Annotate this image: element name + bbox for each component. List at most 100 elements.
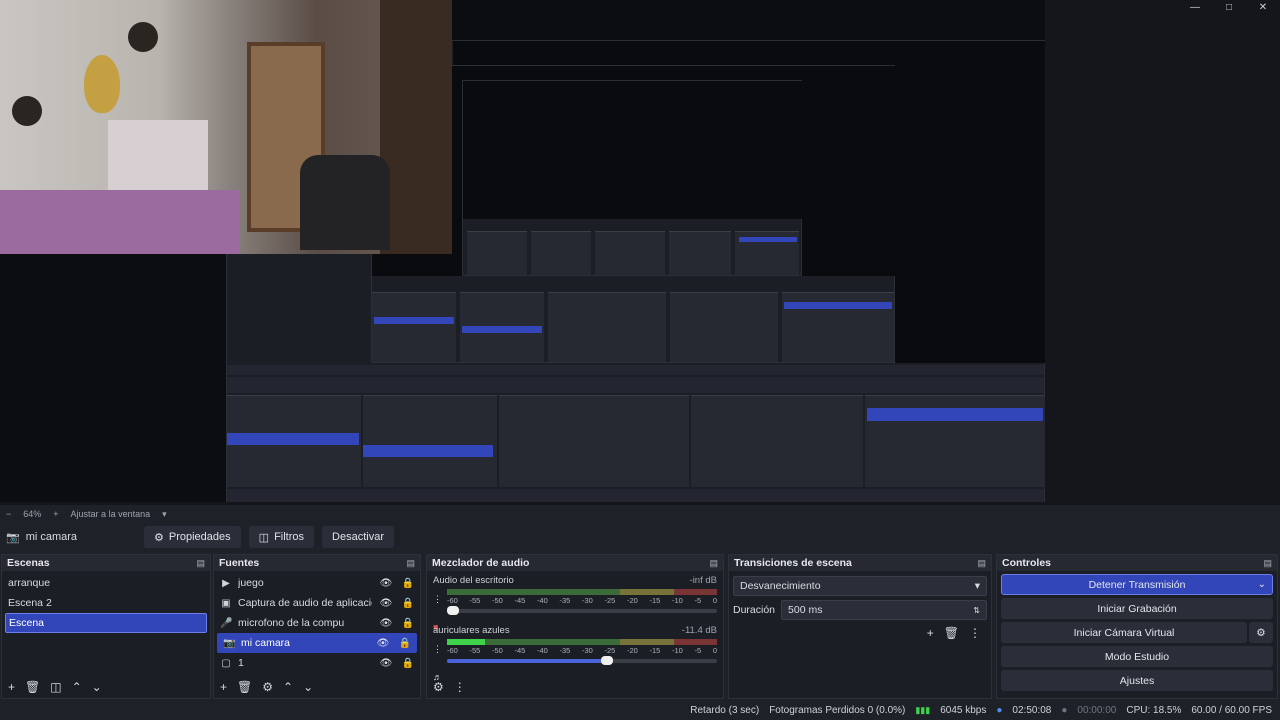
deactivate-button[interactable]: Desactivar <box>322 526 394 548</box>
spinner-icon[interactable]: ⇅ <box>973 606 980 615</box>
studio-mode-button[interactable]: Modo Estudio <box>1001 646 1273 667</box>
gear-icon[interactable]: ⚙ <box>262 680 273 694</box>
zoom-in-button[interactable]: + <box>53 509 58 519</box>
zoom-out-button[interactable]: − <box>6 509 11 519</box>
start-recording-label: Iniciar Grabación <box>1097 602 1177 615</box>
volume-knob[interactable] <box>447 606 459 615</box>
eye-icon[interactable]: 👁 <box>378 578 394 589</box>
lock-icon[interactable]: 🔒 <box>400 658 416 669</box>
tick-label: -55 <box>469 596 481 605</box>
start-virtual-cam-button[interactable]: Iniciar Cámara Virtual <box>1001 622 1247 643</box>
add-icon[interactable]: + <box>927 626 934 640</box>
channel-name: Audio del escritorio <box>433 575 514 586</box>
add-icon[interactable]: + <box>8 680 15 694</box>
scene-filter-icon[interactable]: ◫ <box>50 680 61 694</box>
source-item[interactable]: ▣ Captura de audio de aplicación (BETA) … <box>214 593 420 613</box>
properties-label: Propiedades <box>168 531 231 543</box>
mixer-menu-icon[interactable]: ⋮ <box>454 680 466 694</box>
display-icon: ▢ <box>221 657 231 669</box>
stream-time: 02:50:08 <box>1012 705 1052 716</box>
move-up-icon[interactable]: ⌃ <box>72 680 82 694</box>
trash-icon[interactable]: 🗑 <box>944 626 959 640</box>
source-item[interactable]: ▢ 1 👁 🔒 <box>214 653 420 673</box>
start-recording-button[interactable]: Iniciar Grabación <box>1001 598 1273 619</box>
add-icon[interactable]: + <box>220 680 227 694</box>
lock-icon[interactable]: 🔒 <box>400 598 416 609</box>
source-label: 1 <box>238 657 244 669</box>
channel-menu-icon[interactable]: ⋮ <box>433 644 442 655</box>
record-time: 00:00:00 <box>1077 705 1117 716</box>
chevron-down-icon: ▾ <box>974 580 980 592</box>
minimize-icon[interactable]: — <box>1178 0 1212 14</box>
eye-icon[interactable]: 👁 <box>378 658 394 669</box>
menu-dots-icon[interactable]: ⋮ <box>969 626 981 640</box>
delay-status: Retardo (3 sec) <box>690 705 760 716</box>
lock-icon[interactable]: 🔒 <box>400 578 416 589</box>
lock-icon[interactable]: 🔒 <box>397 638 413 649</box>
eye-icon[interactable]: 👁 <box>375 638 391 649</box>
settings-button[interactable]: Ajustes <box>1001 670 1273 691</box>
tick-label: -55 <box>469 646 481 655</box>
scene-item[interactable]: Escena 2 <box>2 593 210 613</box>
sources-footer: + 🗑 ⚙ ⌃ ⌄ <box>214 676 420 698</box>
stop-stream-button[interactable]: Detener Transmisión ⌄ <box>1001 574 1273 595</box>
dock-menu-icon[interactable]: ▤ <box>1263 558 1272 569</box>
mixer-header: Mezclador de audio ▤ <box>427 555 723 571</box>
bitrate-status: 6045 kbps <box>940 705 987 716</box>
properties-button[interactable]: ⚙ Propiedades <box>144 526 241 548</box>
channel-db: -inf dB <box>689 575 717 586</box>
source-item[interactable]: ▶ juego 👁 🔒 <box>214 573 420 593</box>
sources-title: Fuentes <box>219 557 260 569</box>
advanced-audio-icon[interactable]: ⚙ <box>433 680 444 694</box>
scenes-header: Escenas ▤ <box>2 555 210 571</box>
zoom-level: 64% <box>23 509 42 519</box>
dock-menu-icon[interactable]: ▤ <box>977 558 986 569</box>
move-down-icon[interactable]: ⌄ <box>92 680 102 694</box>
virtual-cam-label: Iniciar Cámara Virtual <box>1073 626 1175 639</box>
selected-source-name: mi camara <box>25 531 78 543</box>
obs-window: — □ ✕ − 64% + Ajustar a la ventana ▾ 📷 m… <box>0 0 1280 720</box>
dock-menu-icon[interactable]: ▤ <box>406 558 415 569</box>
volume-slider[interactable] <box>447 606 717 615</box>
preview-area[interactable]: — □ ✕ <box>0 0 1280 505</box>
zoom-dropdown-icon[interactable]: ▾ <box>162 509 167 520</box>
deactivate-label: Desactivar <box>332 531 384 543</box>
tick-label: -15 <box>649 596 661 605</box>
preview-canvas[interactable] <box>0 0 1045 502</box>
transition-select[interactable]: Desvanecimiento ▾ <box>733 576 987 596</box>
eye-icon[interactable]: 👁 <box>378 598 394 609</box>
channel-menu-icon[interactable]: ⋮ <box>433 594 442 605</box>
fit-window-label: Ajustar a la ventana <box>70 509 151 519</box>
level-meter <box>447 589 717 595</box>
move-up-icon[interactable]: ⌃ <box>283 680 293 694</box>
source-item-selected[interactable]: 📷 mi camara 👁 🔒 <box>217 633 417 653</box>
maximize-icon[interactable]: □ <box>1212 0 1246 14</box>
trash-icon[interactable]: 🗑 <box>237 680 252 694</box>
scene-item-selected[interactable]: Escena <box>5 613 207 633</box>
source-item[interactable]: 🎤 microfono de la compu 👁 🔒 <box>214 613 420 633</box>
dock-menu-icon[interactable]: ▤ <box>709 558 718 569</box>
volume-slider[interactable] <box>447 656 717 665</box>
tick-label: -20 <box>627 596 638 605</box>
lock-icon[interactable]: 🔒 <box>400 618 416 629</box>
duration-label: Duración <box>733 604 776 616</box>
window-controls: — □ ✕ <box>1178 0 1280 14</box>
dock-menu-icon[interactable]: ▤ <box>196 558 205 569</box>
chevron-down-icon[interactable]: ⌄ <box>1258 579 1266 590</box>
volume-knob[interactable] <box>600 656 613 665</box>
duration-input[interactable]: 500 ms ⇅ <box>781 600 987 620</box>
virtual-cam-settings-button[interactable]: ⚙ <box>1249 622 1273 643</box>
tick-label: 0 <box>712 596 717 605</box>
channel-name: auriculares azules <box>433 625 510 636</box>
filters-button[interactable]: ◫ Filtros <box>248 526 315 548</box>
selected-source: 📷 mi camara <box>6 531 136 544</box>
scene-item[interactable]: arranque <box>2 573 210 593</box>
tick-label: -45 <box>514 596 526 605</box>
trash-icon[interactable]: 🗑 <box>25 680 40 694</box>
move-down-icon[interactable]: ⌄ <box>303 680 313 694</box>
eye-icon[interactable]: 👁 <box>378 618 394 629</box>
source-label: mi camara <box>241 637 291 649</box>
tick-label: -25 <box>604 596 616 605</box>
tick-label: 0 <box>712 646 717 655</box>
close-icon[interactable]: ✕ <box>1246 0 1280 14</box>
